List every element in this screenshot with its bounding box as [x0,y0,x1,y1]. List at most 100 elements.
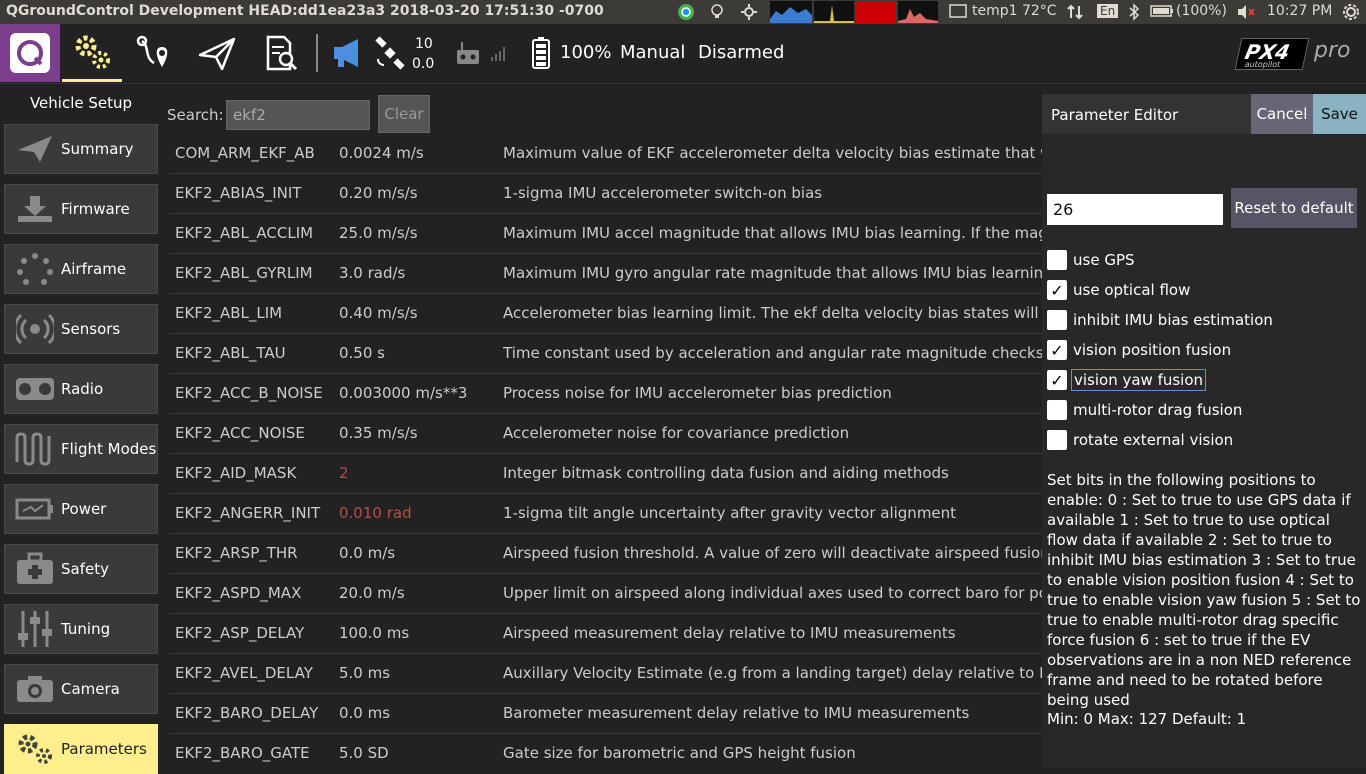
cancel-button[interactable]: Cancel [1251,94,1313,134]
sidebar-item-power[interactable]: Power [4,484,158,534]
parameter-value-input[interactable] [1047,194,1223,225]
table-row[interactable]: EKF2_AID_MASK 2 Integer bitmask controllin… [170,454,1042,494]
table-row[interactable]: COM_ARM_EKF_AB 0.0024 m/s Maximum value of… [170,134,1042,174]
save-button[interactable]: Save [1313,94,1366,134]
table-row[interactable]: EKF2_BARO_GATE 5.0 SD Gate size for barome… [170,734,1042,768]
sidebar-item-label: Power [61,500,107,518]
sidebar-item-label: Firmware [61,200,130,218]
sidebar-title: Vehicle Setup [29,94,133,112]
bit-checkbox-row[interactable]: rotate external vision [1047,428,1235,452]
param-description: Time constant used by acceleration and a… [503,344,1042,362]
battery-icon [11,484,59,534]
param-name: EKF2_ABL_TAU [175,344,286,362]
sidebar-item-flight-modes[interactable]: Flight Modes [4,424,158,474]
parameter-range-info: Min: 0 Max: 127 Default: 1 [1047,710,1247,728]
checkbox[interactable] [1047,250,1067,270]
sidebar-item-parameters[interactable]: Parameters [4,724,158,774]
medkit-icon [11,544,59,594]
sidebar-item-radio[interactable]: Radio [4,364,158,414]
table-row[interactable]: EKF2_ABL_GYRLIM 3.0 rad/s Maximum IMU gyro… [170,254,1042,294]
checkbox[interactable] [1047,310,1067,330]
table-row[interactable]: EKF2_ANGERR_INIT 0.010 rad 1-sigma tilt an… [170,494,1042,534]
sidebar-item-summary[interactable]: Summary [4,124,158,174]
arm-status[interactable]: Disarmed [698,42,784,63]
lightbulb-icon[interactable] [709,3,725,25]
param-name: EKF2_ABL_GYRLIM [175,264,313,282]
fly-view-button[interactable] [188,24,248,82]
vehicle-setup-sidebar: Vehicle Setup Summary Firmware Airframe … [0,86,162,774]
param-description: Gate size for barometric and GPS height … [503,744,856,762]
rc-transmitter-icon[interactable] [448,24,488,82]
qgc-logo-button[interactable] [0,24,60,82]
table-row[interactable]: EKF2_ACC_NOISE 0.35 m/s/s Accelerometer no… [170,414,1042,454]
sidebar-item-sensors[interactable]: Sensors [4,304,158,354]
camera-icon [11,664,59,714]
bit-checkbox-row[interactable]: inhibit IMU bias estimation [1047,308,1275,332]
param-value: 0.0 m/s [339,544,396,562]
bit-checkbox-row[interactable]: ✓ vision yaw fusion [1047,368,1207,392]
analyze-button[interactable] [250,24,310,82]
bit-checkbox-row[interactable]: multi-rotor drag fusion [1047,398,1244,422]
bit-checkbox-row[interactable]: use GPS [1047,248,1137,272]
checkbox-label: vision position fusion [1073,341,1232,359]
param-name: EKF2_BARO_DELAY [175,704,319,722]
param-value: 5.0 ms [339,664,391,682]
checkbox[interactable]: ✓ [1047,340,1067,360]
table-row[interactable]: EKF2_ABL_LIM 0.40 m/s/s Accelerometer bias… [170,294,1042,334]
checkbox-label: multi-rotor drag fusion [1073,401,1243,419]
table-row[interactable]: EKF2_AVEL_DELAY 5.0 ms Auxillary Velocity … [170,654,1042,694]
checkbox[interactable] [1047,430,1067,450]
plan-view-button[interactable] [126,24,186,82]
sidebar-item-camera[interactable]: Camera [4,664,158,714]
bluetooth-icon[interactable] [1128,3,1140,25]
settings-tray-icon[interactable] [740,3,758,25]
network-icon[interactable] [1066,3,1084,25]
vehicle-setup-button[interactable] [62,24,122,82]
param-description: 1-sigma tilt angle uncertainty after gra… [503,504,957,522]
param-description: Process noise for IMU accelerometer bias… [503,384,892,402]
battery-percentage[interactable]: 100% [560,42,611,63]
table-row[interactable]: EKF2_BARO_DELAY 0.0 ms Barometer measureme… [170,694,1042,734]
table-row[interactable]: EKF2_ACC_B_NOISE 0.003000 m/s**3 Process n… [170,374,1042,414]
reset-to-default-button[interactable]: Reset to default [1231,188,1357,228]
table-row[interactable]: EKF2_ASPD_MAX 20.0 m/s Upper limit on airs… [170,574,1042,614]
flight-mode[interactable]: Manual [620,42,685,63]
clock[interactable]: 10:27 PM [1267,3,1332,19]
download-icon [11,184,59,234]
sidebar-item-firmware[interactable]: Firmware [4,184,158,234]
search-label: Search: [167,106,224,124]
table-row[interactable]: EKF2_ASP_DELAY 100.0 ms Airspeed measureme… [170,614,1042,654]
checkbox[interactable] [1047,400,1067,420]
chrome-icon[interactable] [676,3,696,25]
table-row[interactable]: EKF2_ABL_TAU 0.50 s Time constant used by … [170,334,1042,374]
battery-icon[interactable] [524,24,558,82]
sidebar-item-tuning[interactable]: Tuning [4,604,158,654]
sidebar-item-airframe[interactable]: Airframe [4,244,158,294]
bit-checkbox-row[interactable]: ✓ vision position fusion [1047,338,1233,362]
search-input[interactable] [226,100,370,130]
bit-checkbox-row[interactable]: ✓ use optical flow [1047,278,1192,302]
sidebar-item-safety[interactable]: Safety [4,544,158,594]
keyboard-language[interactable]: En [1097,4,1119,18]
table-row[interactable]: EKF2_ABL_ACCLIM 25.0 m/s/s Maximum IMU acc… [170,214,1042,254]
param-description: Airspeed fusion threshold. A value of ze… [503,544,1042,562]
battery-tray-icon[interactable] [1150,3,1174,23]
param-value: 20.0 m/s [339,584,405,602]
param-value: 2 [339,464,349,482]
checkbox[interactable]: ✓ [1047,280,1067,300]
param-name: COM_ARM_EKF_AB [175,144,315,162]
temperature-chip-icon [948,3,968,23]
table-row[interactable]: EKF2_ABIAS_INIT 0.20 m/s/s 1-sigma IMU acc… [170,174,1042,214]
gears-icon [11,724,59,774]
system-gear-icon[interactable] [1342,3,1360,25]
gps-satellite-icon[interactable] [368,24,412,82]
table-row[interactable]: EKF2_ARSP_THR 0.0 m/s Airspeed fusion thre… [170,534,1042,574]
param-description: Maximum IMU gyro angular rate magnitude … [503,264,1042,282]
clear-search-button[interactable]: Clear [378,95,430,133]
gps-hdop: 0.0 [412,56,435,72]
volume-muted-icon[interactable] [1236,3,1256,25]
param-value: 0.0 ms [339,704,391,722]
checkbox[interactable]: ✓ [1047,370,1067,390]
sidebar-item-label: Camera [61,680,120,698]
sidebar-item-label: Sensors [61,320,121,338]
